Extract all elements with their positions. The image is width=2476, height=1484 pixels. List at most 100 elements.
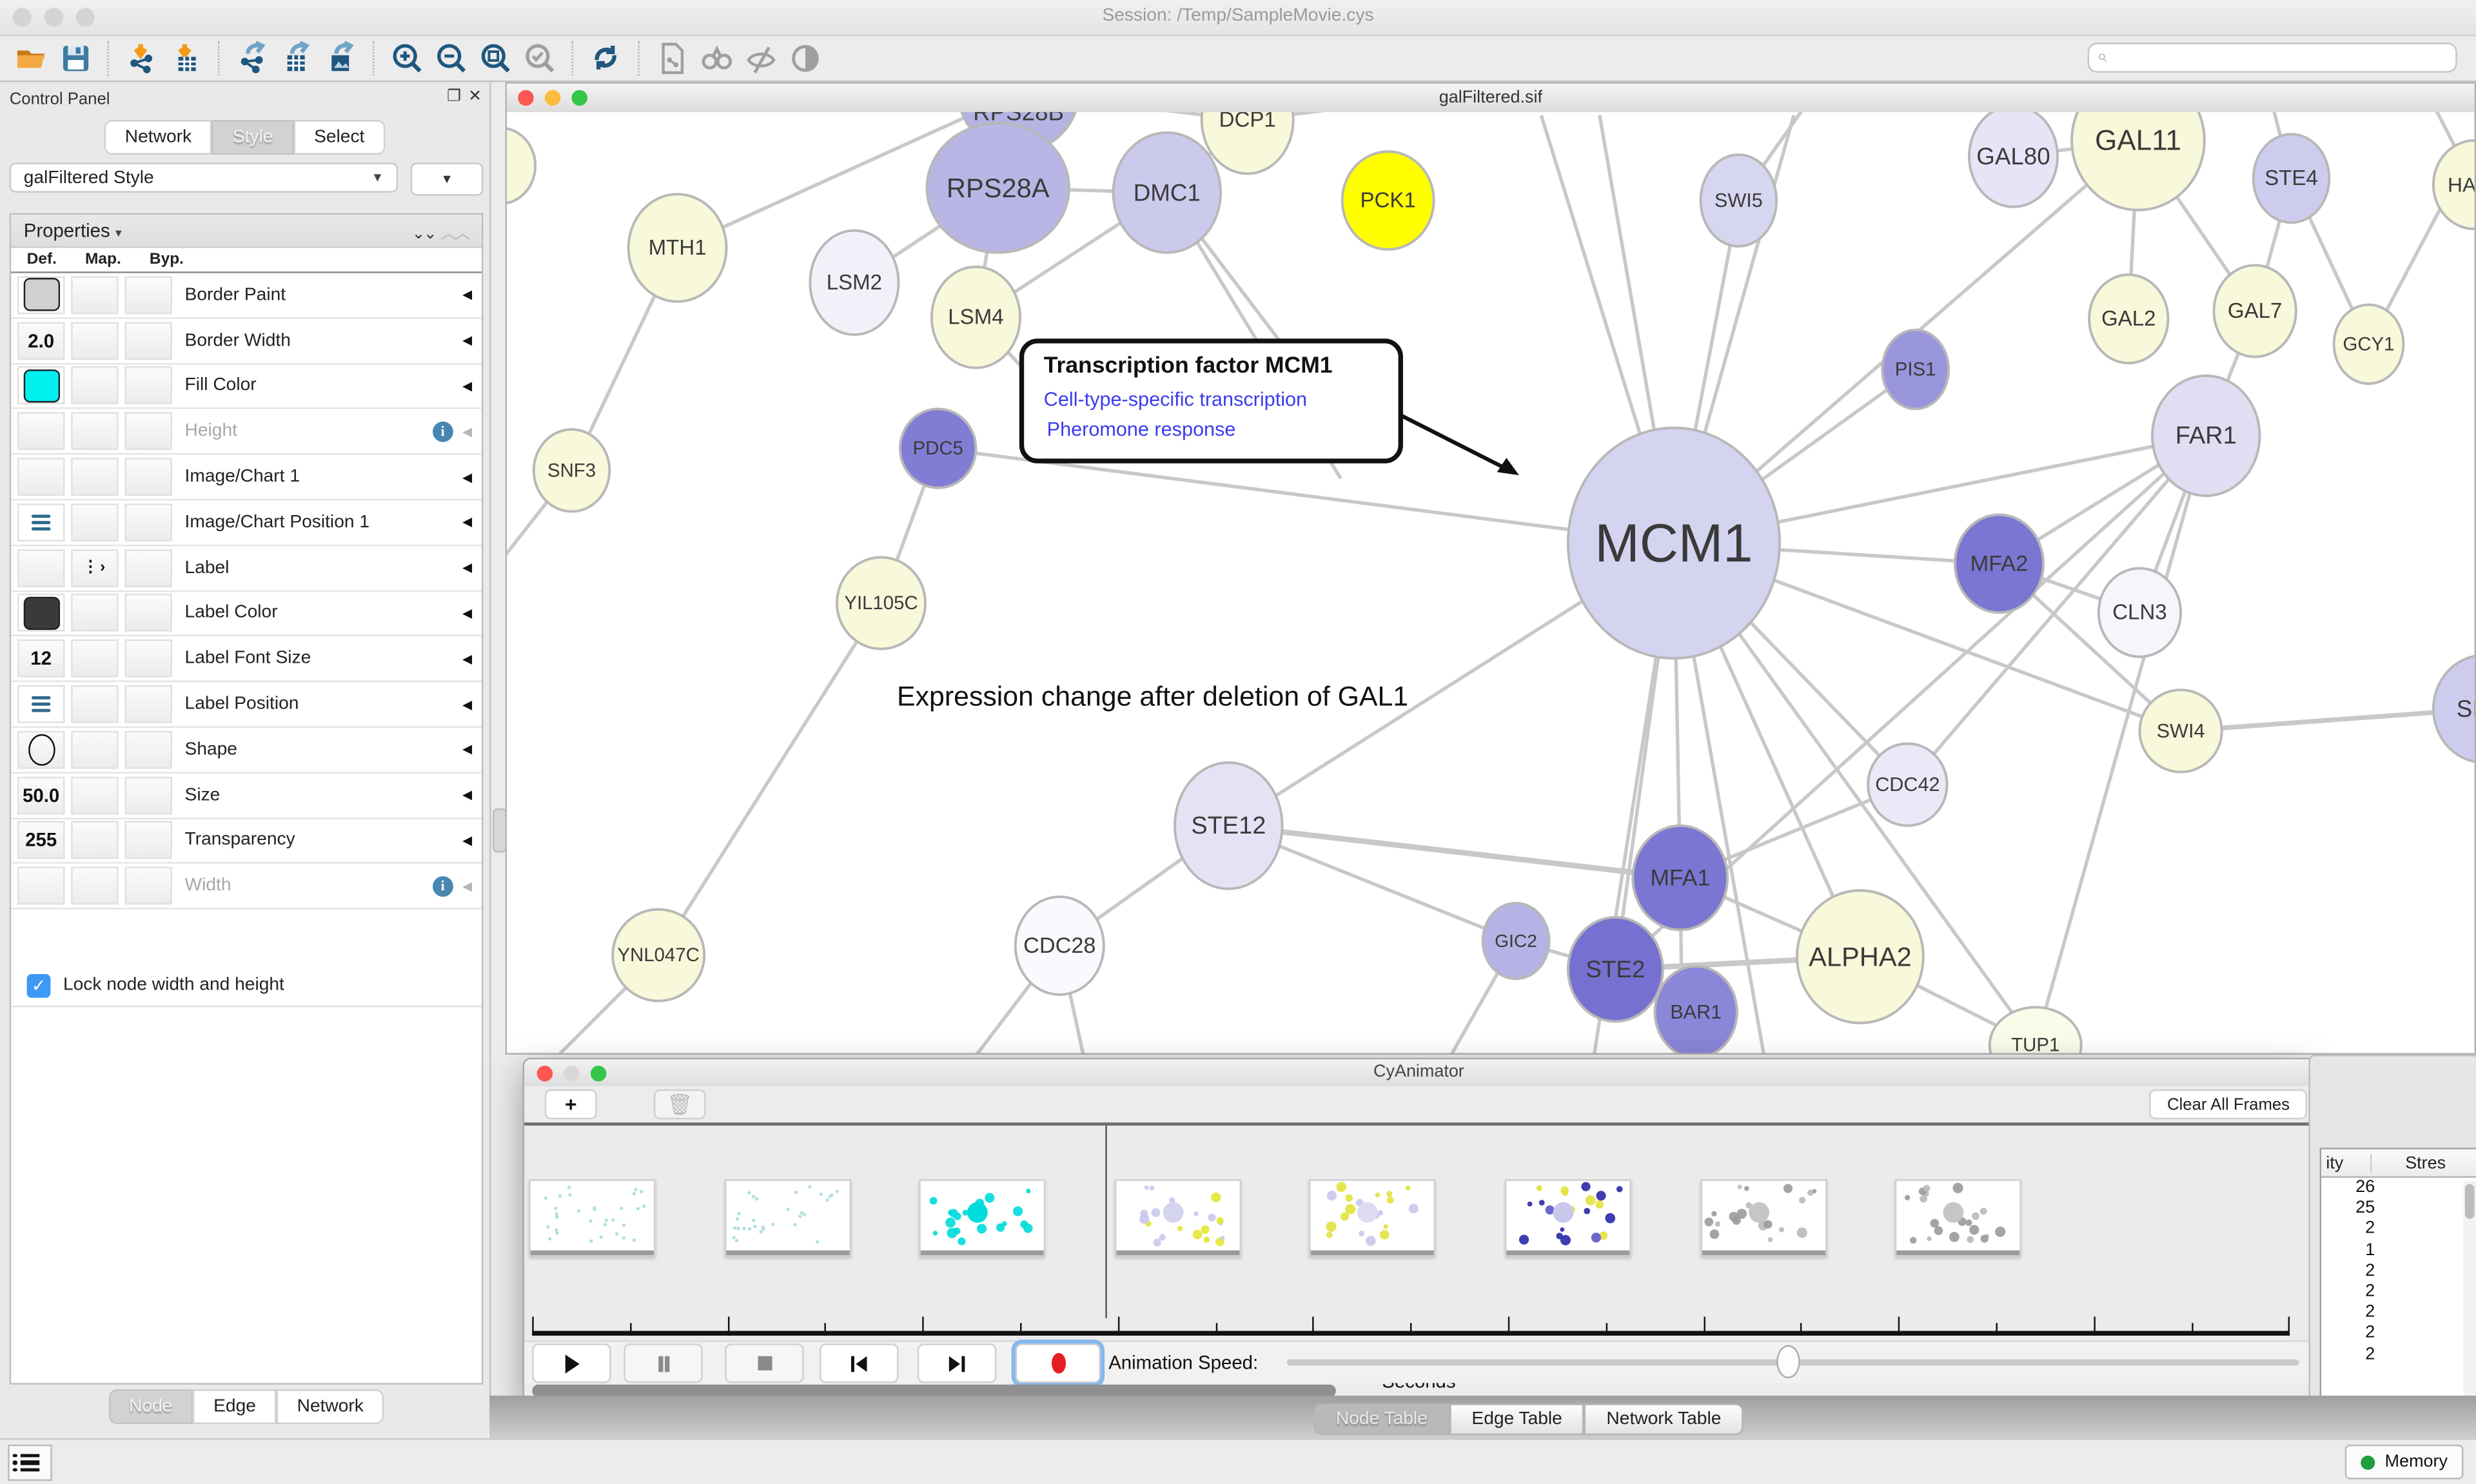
expand-row-icon[interactable]: ◀ xyxy=(462,515,472,529)
close-panel-icon[interactable]: ✕ xyxy=(468,88,482,106)
search-field[interactable]: ⌕ xyxy=(2088,43,2457,73)
expand-row-icon[interactable]: ◀ xyxy=(462,606,472,620)
default-value-cell[interactable]: 12 xyxy=(17,639,64,678)
table-cell-value[interactable]: 2 xyxy=(2321,1344,2476,1365)
tab-node-table[interactable]: Node Table xyxy=(1314,1403,1450,1435)
network-node-gal80[interactable]: GAL80 xyxy=(1969,112,2058,207)
default-value-cell[interactable]: 50.0 xyxy=(17,776,64,814)
table-cell-value[interactable]: 1 xyxy=(2321,1240,2476,1261)
info-icon[interactable]: i xyxy=(433,876,453,897)
annotation-link[interactable]: Pheromone response xyxy=(1047,418,1236,440)
bypass-cell[interactable] xyxy=(124,776,172,814)
annotation-link[interactable]: Cell-type-specific transcription xyxy=(1044,388,1307,410)
property-row-image-chart-1[interactable]: Image/Chart 1◀ xyxy=(11,455,482,501)
network-node-ste12[interactable]: STE12 xyxy=(1175,763,1282,889)
export-network-button[interactable] xyxy=(233,39,271,77)
refresh-button[interactable] xyxy=(587,39,625,77)
bypass-cell[interactable] xyxy=(124,685,172,723)
property-row-label-position[interactable]: Label Position◀ xyxy=(11,682,482,728)
binoculars-button[interactable] xyxy=(698,39,736,77)
pause-button[interactable] xyxy=(624,1343,702,1383)
table-cell-value[interactable]: 25 xyxy=(2321,1198,2476,1219)
clear-all-frames-button[interactable]: Clear All Frames xyxy=(2150,1089,2307,1120)
table-cell-value[interactable]: 2 xyxy=(2321,1220,2476,1240)
property-row-label-font-size[interactable]: 12Label Font Size◀ xyxy=(11,637,482,683)
bypass-cell[interactable] xyxy=(124,639,172,678)
stop-button[interactable] xyxy=(725,1343,803,1383)
mapping-cell[interactable]: ⋮› xyxy=(71,549,118,587)
property-row-border-width[interactable]: 2.0Border Width◀ xyxy=(11,318,482,364)
bypass-cell[interactable] xyxy=(124,458,172,496)
import-table-button[interactable] xyxy=(168,39,206,77)
network-file-button[interactable] xyxy=(654,39,692,77)
tab-edge-table[interactable]: Edge Table xyxy=(1449,1403,1584,1435)
mapping-cell[interactable] xyxy=(71,458,118,496)
mapping-cell[interactable] xyxy=(71,594,118,632)
tab-edge[interactable]: Edge xyxy=(193,1389,276,1424)
add-frame-button[interactable]: + xyxy=(545,1089,597,1120)
expand-row-icon[interactable]: ◀ xyxy=(462,470,472,484)
mapping-cell[interactable] xyxy=(71,776,118,814)
network-node-ste4[interactable]: STE4 xyxy=(2254,134,2330,222)
style-selector[interactable]: galFiltered Style ▼ xyxy=(10,162,398,193)
search-input[interactable] xyxy=(2107,46,2429,68)
style-options-button[interactable]: ▼ xyxy=(411,162,484,195)
timeline-playhead[interactable] xyxy=(1105,1126,1106,1318)
zoom-fit-button[interactable] xyxy=(477,39,515,77)
bypass-cell[interactable] xyxy=(124,867,172,905)
save-button[interactable] xyxy=(57,39,95,77)
mapping-cell[interactable] xyxy=(71,503,118,542)
network-node-yil105c[interactable]: YIL105C xyxy=(837,557,925,649)
bypass-cell[interactable] xyxy=(124,549,172,587)
expand-row-icon[interactable]: ◀ xyxy=(462,652,472,666)
network-node-gic2[interactable]: GIC2 xyxy=(1483,903,1549,979)
cyanimator-titlebar[interactable]: CyAnimator xyxy=(524,1059,2314,1088)
collapse-all-icon[interactable]: ︿︿ xyxy=(440,225,469,242)
network-node-cdc28[interactable]: CDC28 xyxy=(1016,897,1104,995)
lock-checkbox[interactable]: ✓ xyxy=(27,973,51,997)
timeline-frame-2s-thumbnail[interactable] xyxy=(919,1179,1046,1256)
network-node-gal2[interactable]: GAL2 xyxy=(2089,275,2168,363)
expand-row-icon[interactable]: ◀ xyxy=(462,697,472,711)
timeline-frame-6s-thumbnail[interactable] xyxy=(1700,1179,1827,1256)
hide-eye-button[interactable] xyxy=(742,39,780,77)
network-node-pdc5[interactable]: PDC5 xyxy=(900,409,976,487)
network-node-swi5[interactable]: SWI5 xyxy=(1701,155,1777,246)
animation-speed-knob[interactable] xyxy=(1776,1345,1800,1378)
mapping-cell[interactable] xyxy=(71,867,118,905)
network-node-gcy1[interactable]: GCY1 xyxy=(2334,305,2404,384)
default-value-cell[interactable]: 2.0 xyxy=(17,322,64,360)
property-row-label[interactable]: ⋮›Label◀ xyxy=(11,546,482,592)
expand-row-icon[interactable]: ◀ xyxy=(462,834,472,848)
contrast-button[interactable] xyxy=(787,39,825,77)
default-value-cell[interactable] xyxy=(17,458,64,496)
table-cell-value[interactable]: 26 xyxy=(2321,1178,2476,1198)
default-value-cell[interactable] xyxy=(17,731,64,769)
mapping-cell[interactable] xyxy=(71,413,118,451)
expand-row-icon[interactable]: ◀ xyxy=(462,333,472,347)
bypass-cell[interactable] xyxy=(124,322,172,360)
expand-row-icon[interactable]: ◀ xyxy=(462,561,472,575)
network-node-mcm1[interactable]: MCM1 xyxy=(1568,428,1780,659)
tab-network-table[interactable]: Network Table xyxy=(1584,1403,1744,1435)
expand-row-icon[interactable]: ◀ xyxy=(462,879,472,893)
export-table-button[interactable] xyxy=(278,39,316,77)
expand-row-icon[interactable]: ◀ xyxy=(462,743,472,757)
mapping-cell[interactable] xyxy=(71,685,118,723)
delete-frame-button[interactable]: 🗑 xyxy=(654,1089,706,1120)
vertical-scrollbar[interactable] xyxy=(2463,1181,2476,1402)
default-value-cell[interactable] xyxy=(17,413,64,451)
mapping-cell[interactable] xyxy=(71,731,118,769)
property-row-transparency[interactable]: 255Transparency◀ xyxy=(11,819,482,864)
memory-button[interactable]: Memory xyxy=(2345,1445,2463,1479)
cyanimator-timeline[interactable]: Seconds 0123456789 xyxy=(524,1126,2314,1340)
network-node-cdc42[interactable]: CDC42 xyxy=(1868,743,1947,825)
tab-select[interactable]: Select xyxy=(293,120,385,155)
bypass-cell[interactable] xyxy=(124,822,172,860)
default-value-cell[interactable] xyxy=(17,503,64,542)
float-panel-icon[interactable]: ❐ xyxy=(447,88,461,106)
network-node-ste2[interactable]: STE2 xyxy=(1568,917,1663,1022)
network-node-mfa1[interactable]: MFA1 xyxy=(1633,826,1727,930)
network-node-snf3[interactable]: SNF3 xyxy=(534,429,610,511)
properties-header[interactable]: Properties ▾ ⌄⌄ ︿︿ xyxy=(11,215,482,248)
